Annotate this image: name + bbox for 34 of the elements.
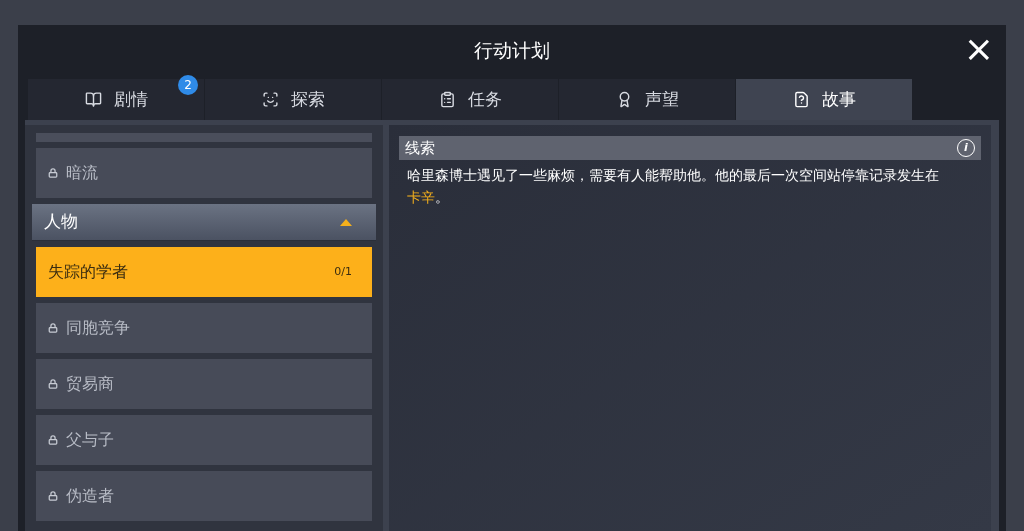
lock-icon: [48, 491, 58, 501]
close-button[interactable]: ×: [963, 31, 994, 67]
locked-item[interactable]: 贸易商: [36, 359, 372, 409]
item-label: 伪造者: [66, 485, 114, 507]
face-icon: [261, 91, 279, 108]
tab[interactable]: 声望: [559, 79, 735, 120]
category-label: 人物: [44, 210, 78, 234]
clue-description: 哈里森博士遇见了一些麻烦，需要有人能帮助他。他的最后一次空间站停靠记录发生在 卡辛。: [406, 166, 940, 207]
lock-icon: [48, 168, 58, 178]
tab[interactable]: 任务: [382, 79, 558, 120]
quest-item[interactable]: 失踪的学者 0/1: [36, 247, 372, 297]
tab[interactable]: 探索: [205, 79, 381, 120]
progress-count: 0/1: [334, 263, 352, 280]
item-label: 父与子: [66, 429, 114, 451]
locked-item[interactable]: 伪造者: [36, 471, 372, 521]
item-label: 同胞竞争: [66, 317, 130, 339]
item-label: 暗流: [66, 162, 98, 184]
caret-icon: [340, 218, 352, 226]
tab[interactable]: 故事: [736, 79, 912, 120]
clue-title: 线索: [405, 137, 435, 159]
window-title: 行动计划: [474, 37, 550, 63]
item-label: 贸易商: [66, 373, 114, 395]
locked-item[interactable]: 父与子: [36, 415, 372, 465]
lock-icon: [48, 379, 58, 389]
category-header[interactable]: 人物: [32, 204, 376, 241]
locked-item[interactable]: 暗流: [36, 148, 372, 198]
question-icon: [792, 91, 810, 108]
notification-badge: 2: [178, 75, 198, 95]
lock-icon: [48, 323, 58, 333]
quest-label: 失踪的学者: [48, 261, 128, 283]
book-icon: [84, 91, 102, 108]
clipboard-icon: [438, 91, 456, 108]
locked-item[interactable]: 同胞竞争: [36, 303, 372, 353]
lock-icon: [48, 435, 58, 445]
